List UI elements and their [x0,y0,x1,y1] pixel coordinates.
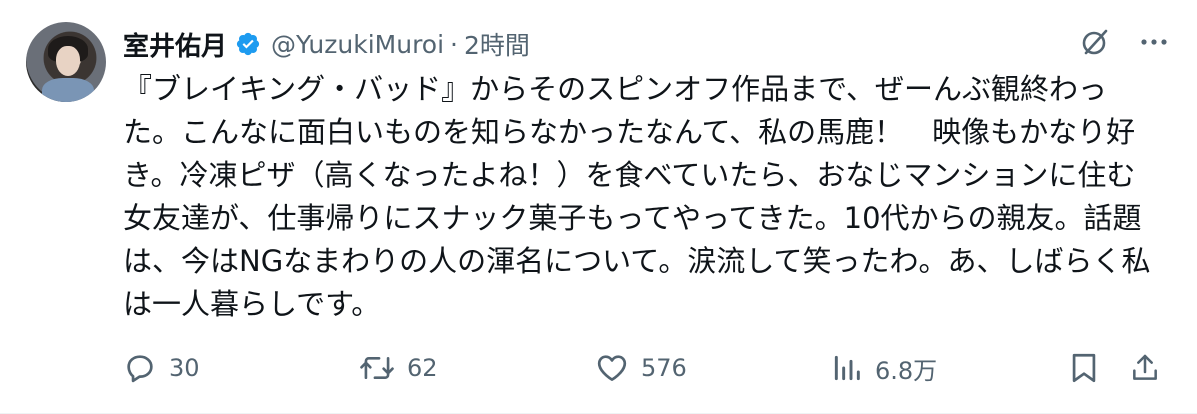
reply-count: 30 [169,354,200,382]
like-button[interactable]: 576 [595,351,687,385]
verified-badge-icon[interactable] [235,31,261,57]
grok-icon[interactable] [1079,26,1111,58]
more-icon[interactable] [1139,27,1169,57]
tweet-card[interactable]: 室井佑月 @YuzukiMuroi · 2時間 『ブレイキング・バッド』からその [0,0,1197,414]
reply-button[interactable]: 30 [123,351,200,385]
views-button[interactable]: 6.8万 [831,351,937,386]
tweet-top-actions [1079,26,1169,58]
tweet-header: 室井佑月 @YuzukiMuroi · 2時間 [123,24,530,64]
heart-icon [595,351,629,385]
retweet-button[interactable]: 62 [359,351,438,385]
retweet-count: 62 [407,354,438,382]
handle[interactable]: @YuzukiMuroi [271,30,444,59]
display-name[interactable]: 室井佑月 [123,26,227,63]
share-icon [1129,351,1161,385]
timestamp[interactable]: 2時間 [464,26,530,62]
bookmark-button[interactable] [1069,351,1099,385]
views-count: 6.8万 [875,356,938,385]
bookmark-icon [1069,351,1099,385]
avatar-face [56,46,80,76]
separator-dot: · [450,29,458,59]
avatar[interactable] [26,22,106,102]
reply-icon [123,351,157,385]
tweet-text: 『ブレイキング・バッド』からそのスピンオフ作品まで、ぜーんぶ観終わった。こんなに… [123,72,1151,321]
retweet-icon [359,351,395,385]
tweet-actions: 30 62 576 6.8万 [123,348,1161,388]
views-chart-icon [831,352,863,384]
share-button[interactable] [1129,351,1161,385]
avatar-body [42,78,94,102]
like-count: 576 [641,354,687,382]
